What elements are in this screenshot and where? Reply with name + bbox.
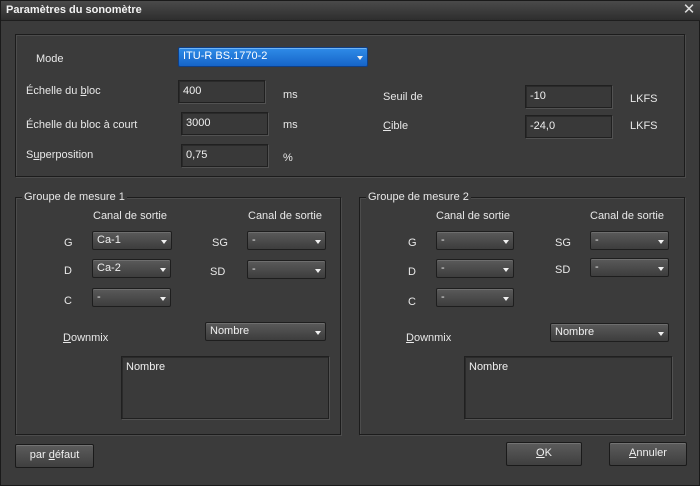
ok-button-label-b: K [544,447,552,459]
group-1-channel-d-value: Ca-2 [97,262,121,274]
group-1-label-g: G [64,237,73,249]
group-2-channel-g-value: - [441,234,445,246]
group-1-col-left-header: Canal de sortie [93,210,167,222]
mode-dropdown[interactable]: ITU-R BS.1770-2 [178,47,368,67]
target-unit: LKFS [630,120,658,132]
mode-value: ITU-R BS.1770-2 [183,50,268,62]
target-input[interactable]: -24,0 [525,115,612,138]
group-2-downmix-list[interactable]: Nombre [464,356,672,419]
overlap-unit: % [283,152,293,164]
overlap-label: Superposition [26,149,93,161]
default-button-label-a: par [29,449,49,461]
dialog-window: Paramètres du sonomètre ✕ Mode ITU-R BS.… [0,0,700,486]
short-block-label: Échelle du bloc à court [26,119,138,131]
group-2-channel-d-value: - [441,262,445,274]
block-scale-label-c: loc [86,85,101,97]
group-1-channel-sg-dropdown[interactable]: - [247,231,326,250]
group-1-downmix-dropdown[interactable]: Nombre [205,322,326,341]
block-scale-input[interactable]: 400 [178,80,265,103]
group-1-downmix-label-b: ownmix [70,332,109,344]
chevron-down-icon [503,297,509,301]
group-2-col-left-header: Canal de sortie [436,210,510,222]
group-2-downmix-label-a: D [406,332,414,344]
group-2-channel-c-value: - [441,291,445,303]
chevron-down-icon [357,56,363,60]
close-icon[interactable]: ✕ [681,2,697,18]
group-2-channel-d-dropdown[interactable]: - [436,259,514,278]
group-1-col-right-header: Canal de sortie [248,210,322,222]
group-1-label-sd: SD [210,266,226,278]
ok-button-label-a: O [536,447,545,459]
group-2-downmix-label-b: ownmix [413,332,452,344]
group-2-channel-sd-value: - [595,261,599,273]
chevron-down-icon [658,332,664,336]
target-label: Cible [383,120,408,132]
threshold-label: Seuil de [383,91,423,103]
target-label-b: ible [390,120,409,132]
group-1-downmix-list-item[interactable]: Nombre [126,361,165,373]
chevron-down-icon [503,268,509,272]
default-button[interactable]: par défaut [15,444,94,468]
window-title: Paramètres du sonomètre [6,4,142,16]
block-scale-unit: ms [283,89,298,101]
ok-button[interactable]: OK [506,442,582,466]
group-1-legend: Groupe de mesure 1 [22,191,127,203]
group-2-col-right-header: Canal de sortie [590,210,664,222]
group-2-label-sd: SD [555,264,571,276]
group-1-channel-g-value: Ca-1 [97,234,121,246]
group-1-channel-sd-dropdown[interactable]: - [247,260,326,279]
group-1-downmix-label-a: D [63,332,71,344]
group-1-downmix-label: Downmix [63,332,108,344]
group-1-label-c: C [64,295,72,307]
chevron-down-icon [658,267,664,271]
block-scale-label-a: Échelle du [26,85,81,97]
group-2-channel-g-dropdown[interactable]: - [436,231,514,250]
group-2-label-d: D [408,266,416,278]
cancel-button[interactable]: Annuler [609,442,687,466]
target-label-a: C [383,120,391,132]
chevron-down-icon [658,240,664,244]
group-1-label-sg: SG [212,237,228,249]
cancel-button-label-b: nnuler [636,447,667,459]
threshold-input[interactable]: -10 [525,85,612,108]
group-1-label-d: D [64,265,72,277]
group-2-channel-c-dropdown[interactable]: - [436,288,514,307]
group-1-channel-c-dropdown[interactable]: - [92,288,171,307]
group-2-channel-sg-dropdown[interactable]: - [590,231,669,250]
group-1-channel-sg-value: - [252,234,256,246]
group-1-channel-sd-value: - [252,263,256,275]
chevron-down-icon [160,268,166,272]
chevron-down-icon [503,240,509,244]
group-2-downmix-list-item[interactable]: Nombre [469,361,508,373]
group-2-legend: Groupe de mesure 2 [366,191,471,203]
group-2-downmix-value: Nombre [555,326,595,338]
group-1-channel-d-dropdown[interactable]: Ca-2 [92,259,171,278]
group-2-downmix-dropdown[interactable]: Nombre [550,323,669,342]
group-1-downmix-value: Nombre [210,325,250,337]
block-scale-label: Échelle du bloc [26,85,101,97]
overlap-input[interactable]: 0,75 [181,144,268,167]
short-block-unit: ms [283,119,298,131]
group-1-channel-g-dropdown[interactable]: Ca-1 [92,231,172,250]
group-1-downmix-list[interactable]: Nombre [121,356,329,419]
group-2-downmix-label: Downmix [406,332,451,344]
chevron-down-icon [315,269,321,273]
group-2-channel-sd-dropdown[interactable]: - [590,258,669,277]
title-bar[interactable]: Paramètres du sonomètre ✕ [1,1,700,21]
default-button-label-c: éfaut [54,449,80,461]
chevron-down-icon [160,297,166,301]
group-2-label-g: G [408,237,417,249]
group-1-channel-c-value: - [97,291,101,303]
group-2-label-sg: SG [555,237,571,249]
mode-label: Mode [36,53,64,65]
chevron-down-icon [315,331,321,335]
chevron-down-icon [315,240,321,244]
group-2-label-c: C [408,296,416,308]
chevron-down-icon [161,240,167,244]
overlap-label-c: perposition [39,149,94,161]
threshold-unit: LKFS [630,93,658,105]
short-block-input[interactable]: 3000 [181,112,268,135]
group-2-channel-sg-value: - [595,234,599,246]
